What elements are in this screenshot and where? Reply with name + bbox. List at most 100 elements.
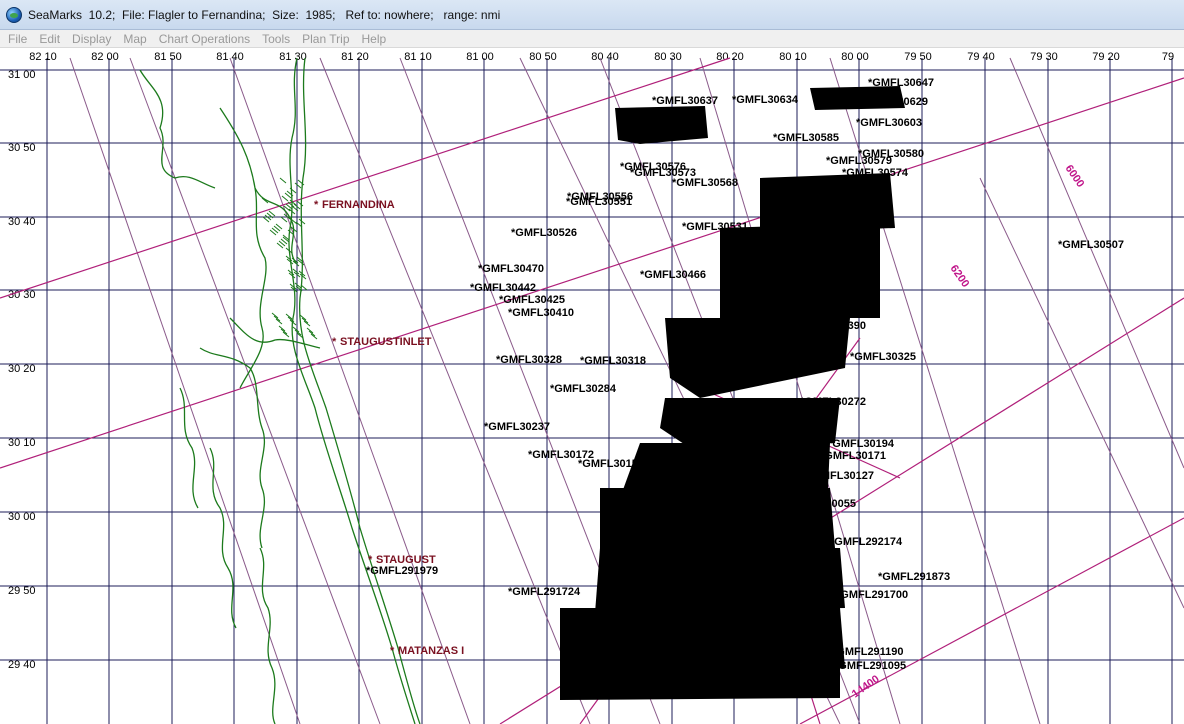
waypoint-label: *GMFL30629 [862, 96, 928, 108]
waypoint-label: *GMFL291700 [836, 589, 908, 601]
longitude-label: 79 30 [1030, 51, 1058, 63]
loran-line-magenta [0, 77, 1184, 469]
waypoint-label: *GMFL30194 [828, 438, 895, 450]
nautical-chart-canvas[interactable]: 82 10 82 00 81 50 81 40 81 30 81 20 81 10 81 00… [0, 48, 1184, 724]
depth-contour-label: 6200 [948, 263, 972, 290]
menu-bar: File Edit Display Map Chart Operations T… [0, 30, 1184, 48]
longitude-label: 79 [1162, 51, 1174, 63]
waypoint-label: *GMFL30647 [868, 77, 934, 89]
waypoint-label: *GMFL291190 [832, 646, 904, 658]
waypoint-label: *GMFL30272 [800, 396, 866, 408]
waypoint-label: *GMFL291095 [834, 660, 906, 672]
coastline-path [199, 347, 266, 549]
waypoint-label: *GMFL291873 [878, 571, 950, 583]
longitude-label: 81 10 [404, 51, 432, 63]
waypoint-label: *GMFL30325 [850, 351, 916, 363]
marsh-hatch [300, 284, 308, 291]
waypoint-label: *GMFL30156 [578, 458, 644, 470]
longitude-label: 80 50 [529, 51, 557, 63]
waypoint-cluster [720, 223, 880, 318]
waypoint-label: *GMFL291979 [366, 565, 438, 577]
waypoint-label: *GMFL30634 [732, 94, 799, 106]
menu-display[interactable]: Display [72, 32, 111, 46]
place-name: STAUGUSTINLET [340, 336, 432, 348]
waypoint-label: *GMFL30425 [499, 294, 565, 306]
waypoint-cluster [560, 608, 845, 673]
menu-map[interactable]: Map [123, 32, 146, 46]
coastline-path [298, 57, 421, 724]
longitude-label: 82 00 [91, 51, 119, 63]
seamarks-globe-icon[interactable] [6, 6, 22, 23]
waypoint-label: *GMFL30568 [672, 177, 738, 189]
menu-tools[interactable]: Tools [262, 32, 290, 46]
waypoint-label: *GMFL30442 [470, 282, 536, 294]
chart-svg[interactable]: 82 10 82 00 81 50 81 40 81 30 81 20 81 10 81 00… [0, 48, 1184, 724]
window-title: SeaMarks 10.2; File: Flagler to Fernandi… [28, 7, 501, 22]
waypoint-label: *GMFL30318 [580, 355, 646, 367]
place-marker: * [390, 645, 395, 657]
latitude-label: 30 00 [8, 511, 36, 523]
waypoint-label: *GMFL30551 [566, 196, 632, 208]
waypoint-cluster [595, 548, 845, 613]
coastline-path [219, 107, 267, 389]
waypoint-label: *GMFL30390 [800, 320, 866, 332]
latitude-label: 30 10 [8, 437, 36, 449]
longitude-label: 82 10 [29, 51, 57, 63]
marsh-hatch [280, 216, 288, 223]
waypoint-label: *GMFL30470 [478, 263, 544, 275]
longitude-label: 80 30 [654, 51, 682, 63]
longitude-label: 81 20 [341, 51, 369, 63]
place-name: MATANZAS I [398, 645, 464, 657]
longitude-label: 79 40 [967, 51, 995, 63]
latitude-label: 30 40 [8, 216, 36, 228]
coastline-path [209, 447, 237, 629]
marsh-hatch [281, 195, 289, 202]
longitude-label: 79 50 [904, 51, 932, 63]
waypoint-label: *GMFL30585 [773, 132, 839, 144]
marsh-hatch [279, 177, 287, 184]
waypoint-label: *GMFL30507 [1058, 239, 1124, 251]
waypoint-label: *GMFL292174 [830, 536, 903, 548]
menu-edit[interactable]: Edit [39, 32, 60, 46]
longitude-label: 79 20 [1092, 51, 1120, 63]
menu-help[interactable]: Help [362, 32, 387, 46]
waypoint-label: *GMFL30637 [652, 95, 718, 107]
marsh-hatch [294, 182, 302, 189]
waypoint-label: *GMFL30055 [790, 498, 856, 510]
waypoint-label: *GMFL30410 [508, 307, 574, 319]
waypoint-label: *GMFL30171 [820, 450, 886, 462]
longitude-label: 81 40 [216, 51, 244, 63]
loran-line [129, 57, 381, 724]
longitude-label: 80 10 [779, 51, 807, 63]
menu-file[interactable]: File [8, 32, 27, 46]
waypoint-label: *GMFL30579 [826, 155, 892, 167]
waypoint-label: *GMFL30526 [511, 227, 577, 239]
waypoint-cluster [560, 668, 840, 700]
loran-line [1009, 57, 1184, 469]
waypoint-label: *GMFL291724 [508, 586, 581, 598]
window-titlebar: SeaMarks 10.2; File: Flagler to Fernandi… [0, 0, 1184, 30]
coastline-path [259, 547, 276, 724]
waypoint-label: *GMFL30284 [550, 383, 617, 395]
latitude-label: 30 20 [8, 363, 36, 375]
waypoint-label: *GMFL30127 [808, 470, 874, 482]
latitude-label: 29 40 [8, 659, 36, 671]
waypoint-label: *GMFL30603 [856, 117, 922, 129]
depth-contour-label: 6000 [1063, 163, 1087, 190]
coastline-path [139, 69, 216, 189]
depth-contour-label: 14400 [850, 673, 882, 700]
longitude-label: 80 00 [841, 51, 869, 63]
longitude-label: 81 30 [279, 51, 307, 63]
place-name: FERNANDINA [322, 199, 395, 211]
waypoint-label: *GMFL30531 [682, 221, 748, 233]
longitude-label: 80 40 [591, 51, 619, 63]
place-marker: * [332, 336, 337, 348]
longitude-label: 81 50 [154, 51, 182, 63]
menu-plan-trip[interactable]: Plan Trip [302, 32, 349, 46]
latitude-label: 31 00 [8, 69, 36, 81]
waypoint-label: *GMFL30466 [640, 269, 706, 281]
menu-chart-operations[interactable]: Chart Operations [159, 32, 250, 46]
longitude-label: 81 00 [466, 51, 494, 63]
waypoint-cluster [615, 106, 708, 144]
waypoint-label: *GMFL30328 [496, 354, 562, 366]
